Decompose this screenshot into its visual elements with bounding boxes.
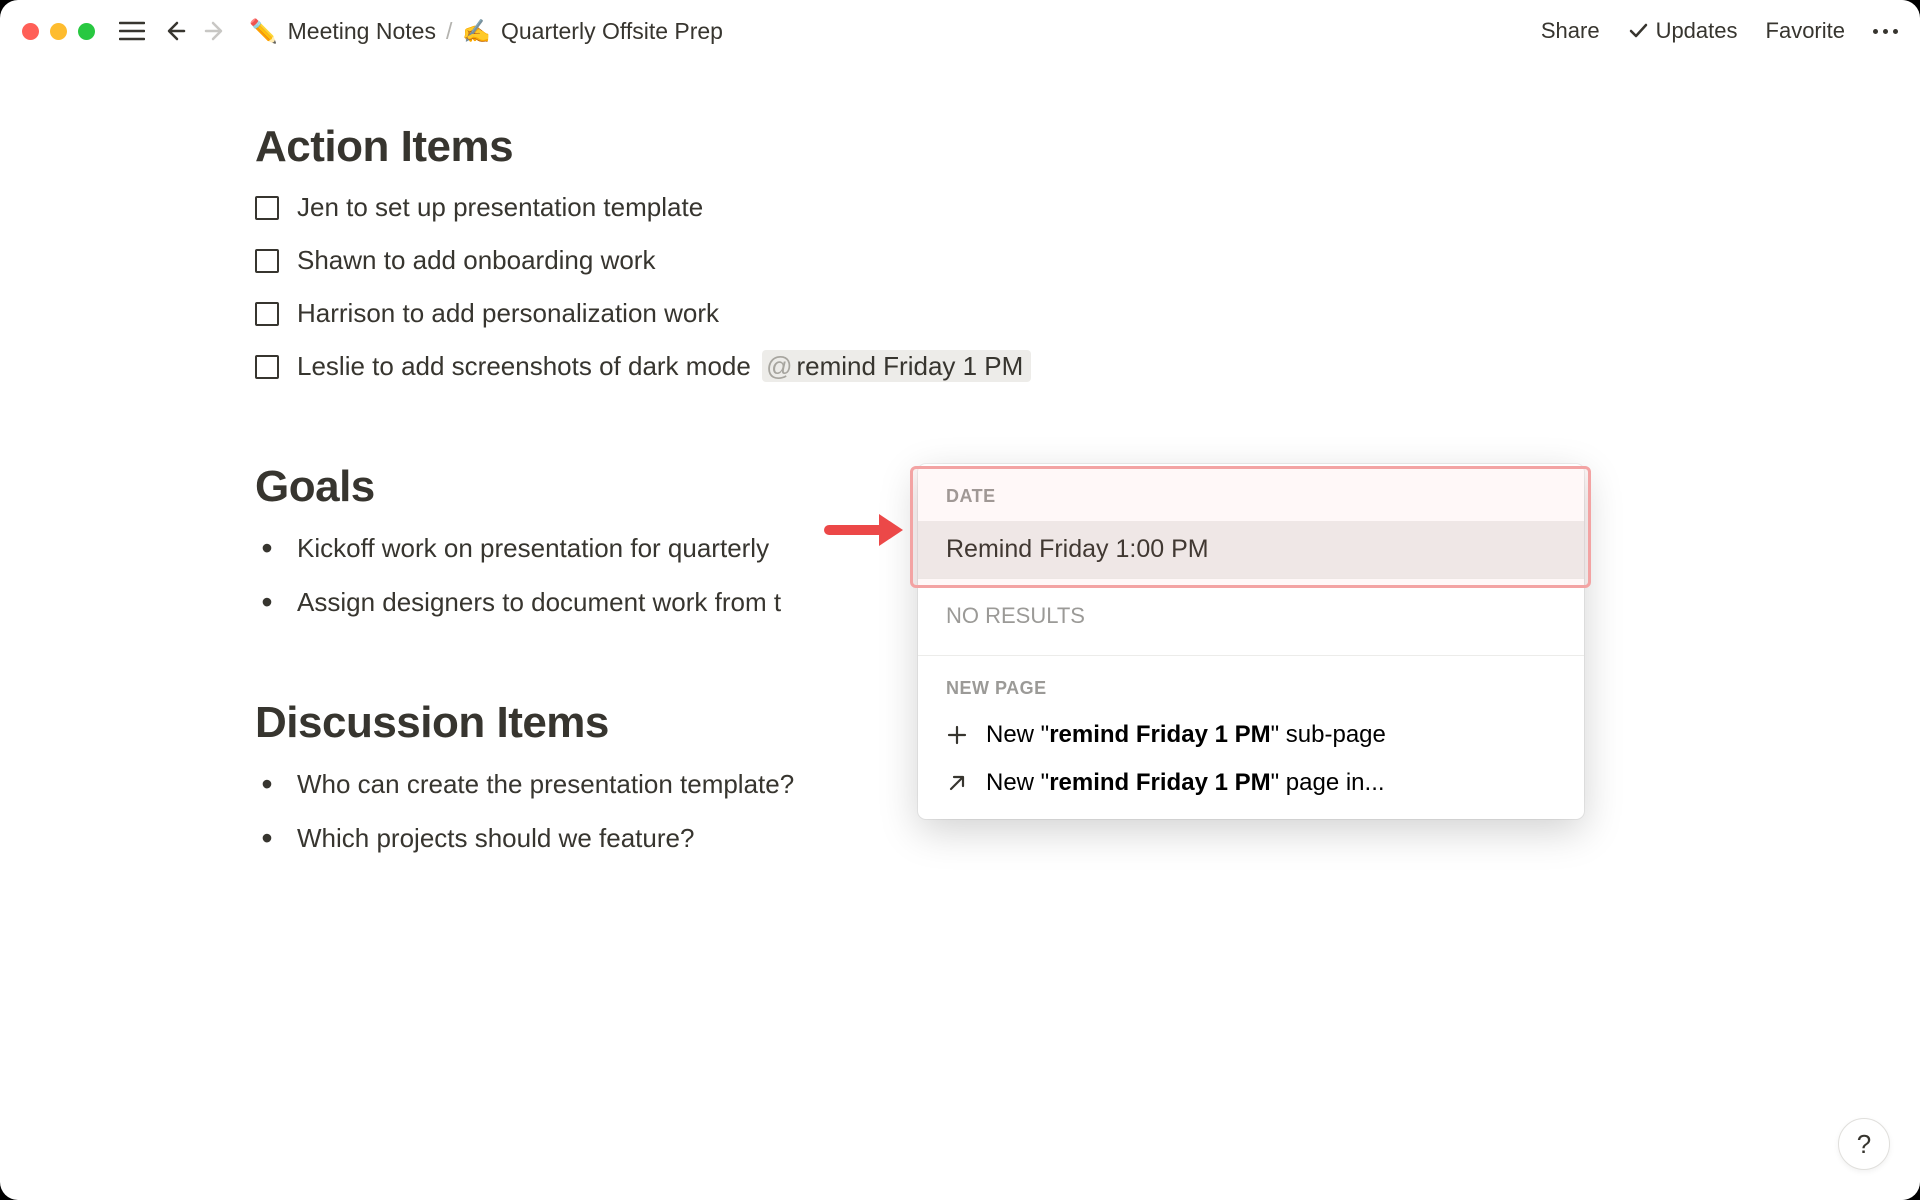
popup-new-subpage[interactable]: New "remind Friday 1 PM" sub-page — [918, 711, 1584, 759]
share-button[interactable]: Share — [1541, 18, 1600, 44]
window-controls — [22, 23, 95, 40]
action-items-heading: Action Items — [255, 122, 1920, 172]
close-window-button[interactable] — [22, 23, 39, 40]
todo-text: Shawn to add onboarding work — [297, 245, 655, 276]
pencil-icon: ✏️ — [249, 18, 278, 45]
at-icon: @ — [766, 351, 792, 381]
mention-chip[interactable]: @remind Friday 1 PM — [762, 350, 1031, 382]
todo-item[interactable]: Jen to set up presentation template — [255, 192, 1920, 223]
help-button[interactable]: ? — [1838, 1118, 1890, 1170]
checkbox[interactable] — [255, 355, 279, 379]
breadcrumb: ✏️ Meeting Notes / ✍️ Quarterly Offsite … — [249, 18, 723, 45]
breadcrumb-current[interactable]: Quarterly Offsite Prep — [501, 18, 723, 45]
check-icon — [1628, 21, 1648, 41]
checkbox[interactable] — [255, 249, 279, 273]
todo-text: Harrison to add personalization work — [297, 298, 719, 329]
todo-item[interactable]: Harrison to add personalization work — [255, 298, 1920, 329]
arrow-up-right-icon — [946, 772, 968, 794]
breadcrumb-separator: / — [446, 18, 452, 45]
mention-popup: DATE Remind Friday 1:00 PM NO RESULTS NE… — [918, 464, 1584, 819]
list-item[interactable]: Which projects should we feature? — [255, 822, 1920, 854]
maximize-window-button[interactable] — [78, 23, 95, 40]
popup-newpage-header: NEW PAGE — [918, 655, 1584, 711]
topbar: ✏️ Meeting Notes / ✍️ Quarterly Offsite … — [0, 0, 1920, 62]
back-button[interactable] — [159, 16, 189, 46]
favorite-button[interactable]: Favorite — [1766, 18, 1845, 44]
todo-text: Leslie to add screenshots of dark mode @… — [297, 351, 1031, 382]
todo-item[interactable]: Leslie to add screenshots of dark mode @… — [255, 351, 1920, 382]
minimize-window-button[interactable] — [50, 23, 67, 40]
popup-date-header: DATE — [918, 464, 1584, 521]
app-window: ✏️ Meeting Notes / ✍️ Quarterly Offsite … — [0, 0, 1920, 1200]
breadcrumb-parent[interactable]: Meeting Notes — [288, 18, 436, 45]
forward-button[interactable] — [201, 16, 231, 46]
todo-item[interactable]: Shawn to add onboarding work — [255, 245, 1920, 276]
todo-text: Jen to set up presentation template — [297, 192, 703, 223]
checkbox[interactable] — [255, 302, 279, 326]
plus-icon — [946, 724, 968, 746]
popup-new-page-in[interactable]: New "remind Friday 1 PM" page in... — [918, 759, 1584, 819]
todo-list: Jen to set up presentation template Shaw… — [255, 192, 1920, 382]
popup-no-results: NO RESULTS — [918, 578, 1584, 655]
checkbox[interactable] — [255, 196, 279, 220]
more-menu-button[interactable] — [1873, 29, 1898, 34]
updates-button[interactable]: Updates — [1628, 18, 1738, 44]
topbar-actions: Share Updates Favorite — [1541, 18, 1898, 44]
popup-date-option[interactable]: Remind Friday 1:00 PM — [918, 521, 1584, 578]
writing-hand-icon: ✍️ — [462, 18, 491, 45]
sidebar-toggle-button[interactable] — [117, 16, 147, 46]
